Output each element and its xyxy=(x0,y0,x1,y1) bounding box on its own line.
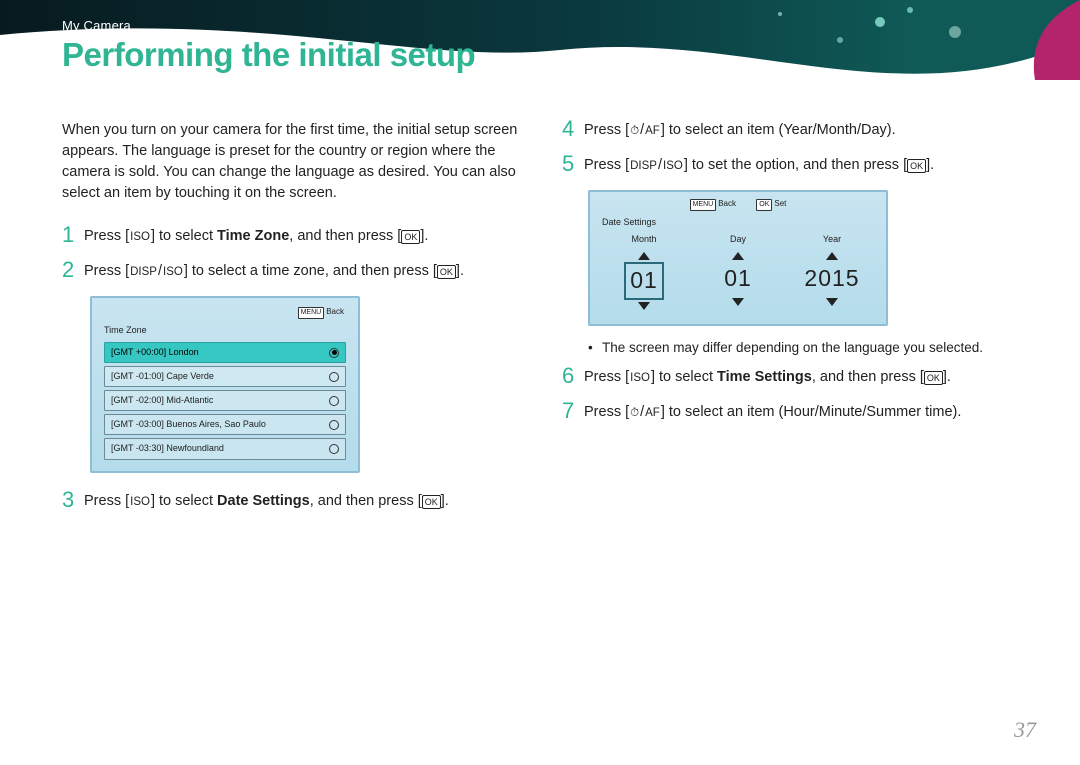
timezone-label: [GMT -03:30] Newfoundland xyxy=(111,442,224,455)
step-number: 1 xyxy=(62,224,84,246)
right-column: 4 Press [⏱/AF] to select an item (Year/M… xyxy=(562,120,1022,526)
page-number: 37 xyxy=(1014,717,1036,743)
timer-key-icon: ⏱ xyxy=(629,123,640,140)
arrow-up-icon[interactable] xyxy=(788,250,876,262)
step-4: 4 Press [⏱/AF] to select an item (Year/M… xyxy=(562,120,1022,141)
step-text: Press [⏱/AF] to select an item (Hour/Min… xyxy=(584,402,1022,423)
date-value[interactable]: 01 xyxy=(724,263,752,293)
menu-key-icon: MENU xyxy=(690,199,717,211)
timezone-panel: MENUBack Time Zone [GMT +00:00] London [… xyxy=(90,296,360,472)
step-2: 2 Press [DISP/ISO] to select a time zone… xyxy=(62,261,522,282)
timezone-row[interactable]: [GMT -03:30] Newfoundland xyxy=(104,438,346,459)
note-text: The screen may differ depending on the l… xyxy=(602,338,983,358)
step-number: 3 xyxy=(62,489,84,511)
bullet-icon: • xyxy=(588,338,602,358)
timezone-row[interactable]: [GMT -02:00] Mid-Atlantic xyxy=(104,390,346,411)
breadcrumb: My Camera xyxy=(62,18,131,33)
iso-key-icon: ISO xyxy=(662,158,684,175)
step-text: Press [DISP/ISO] to set the option, and … xyxy=(584,155,1022,176)
ok-key-icon: OK xyxy=(907,159,926,173)
ok-key-icon: OK xyxy=(756,199,772,211)
radio-selected-icon[interactable] xyxy=(329,348,339,358)
date-column-year: Year 2015 xyxy=(788,233,876,311)
panel-topbar: MENUBack xyxy=(100,306,350,319)
arrow-up-icon[interactable] xyxy=(600,250,688,262)
date-value[interactable]: 2015 xyxy=(804,263,859,293)
intro-text: When you turn on your camera for the fir… xyxy=(62,120,522,204)
radio-icon[interactable] xyxy=(329,372,339,382)
date-column-day: Day 01 xyxy=(694,233,782,311)
ok-key-icon: OK xyxy=(924,371,943,385)
step-number: 7 xyxy=(562,400,584,422)
timer-key-icon: ⏱ xyxy=(629,405,640,422)
disp-key-icon: DISP xyxy=(129,264,158,281)
radio-icon[interactable] xyxy=(329,420,339,430)
ok-key-icon: OK xyxy=(437,265,456,279)
page: My Camera Performing the initial setup W… xyxy=(0,0,1080,765)
timezone-label: [GMT -02:00] Mid-Atlantic xyxy=(111,394,213,407)
step-1: 1 Press [ISO] to select Time Zone, and t… xyxy=(62,226,522,247)
column-header: Month xyxy=(600,233,688,246)
step-text: Press [⏱/AF] to select an item (Year/Mon… xyxy=(584,120,1022,141)
step-6: 6 Press [ISO] to select Time Settings, a… xyxy=(562,367,1022,388)
step-text: Press [ISO] to select Time Zone, and the… xyxy=(84,226,522,247)
note: • The screen may differ depending on the… xyxy=(588,338,1022,358)
iso-key-icon: ISO xyxy=(129,229,151,246)
timezone-row[interactable]: [GMT -01:00] Cape Verde xyxy=(104,366,346,387)
step-7: 7 Press [⏱/AF] to select an item (Hour/M… xyxy=(562,402,1022,423)
arrow-down-icon[interactable] xyxy=(694,296,782,308)
column-header: Year xyxy=(788,233,876,246)
step-text: Press [DISP/ISO] to select a time zone, … xyxy=(84,261,522,282)
arrow-down-icon[interactable] xyxy=(788,296,876,308)
radio-icon[interactable] xyxy=(329,444,339,454)
panel-title: Date Settings xyxy=(600,214,876,233)
date-column-month: Month 01 xyxy=(600,233,688,311)
ok-key-icon: OK xyxy=(401,230,420,244)
step-number: 4 xyxy=(562,118,584,140)
left-column: When you turn on your camera for the fir… xyxy=(62,120,522,526)
timezone-label: [GMT +00:00] London xyxy=(111,346,199,359)
timezone-row[interactable]: [GMT -03:00] Buenos Aires, Sao Paulo xyxy=(104,414,346,435)
column-header: Day xyxy=(694,233,782,246)
step-number: 5 xyxy=(562,153,584,175)
step-5: 5 Press [DISP/ISO] to set the option, an… xyxy=(562,155,1022,176)
menu-key-icon: MENU xyxy=(298,307,325,319)
af-key-icon: AF xyxy=(644,405,661,422)
arrow-up-icon[interactable] xyxy=(694,250,782,262)
step-text: Press [ISO] to select Date Settings, and… xyxy=(84,491,522,512)
radio-icon[interactable] xyxy=(329,396,339,406)
arrow-down-icon[interactable] xyxy=(600,300,688,312)
step-3: 3 Press [ISO] to select Date Settings, a… xyxy=(62,491,522,512)
step-number: 6 xyxy=(562,365,584,387)
date-value[interactable]: 01 xyxy=(624,262,664,299)
page-title: Performing the initial setup xyxy=(62,36,475,74)
iso-key-icon: ISO xyxy=(129,494,151,511)
iso-key-icon: ISO xyxy=(162,264,184,281)
date-settings-panel: MENUBack OKSet Date Settings Month 01 Da… xyxy=(588,190,888,326)
panel-topbar: MENUBack OKSet xyxy=(600,198,876,211)
step-text: Press [ISO] to select Time Settings, and… xyxy=(584,367,1022,388)
timezone-row[interactable]: [GMT +00:00] London xyxy=(104,342,346,363)
disp-key-icon: DISP xyxy=(629,158,658,175)
af-key-icon: AF xyxy=(644,123,661,140)
step-number: 2 xyxy=(62,259,84,281)
timezone-label: [GMT -03:00] Buenos Aires, Sao Paulo xyxy=(111,418,266,431)
iso-key-icon: ISO xyxy=(629,370,651,387)
timezone-label: [GMT -01:00] Cape Verde xyxy=(111,370,214,383)
ok-key-icon: OK xyxy=(422,495,441,509)
panel-title: Time Zone xyxy=(100,322,350,339)
